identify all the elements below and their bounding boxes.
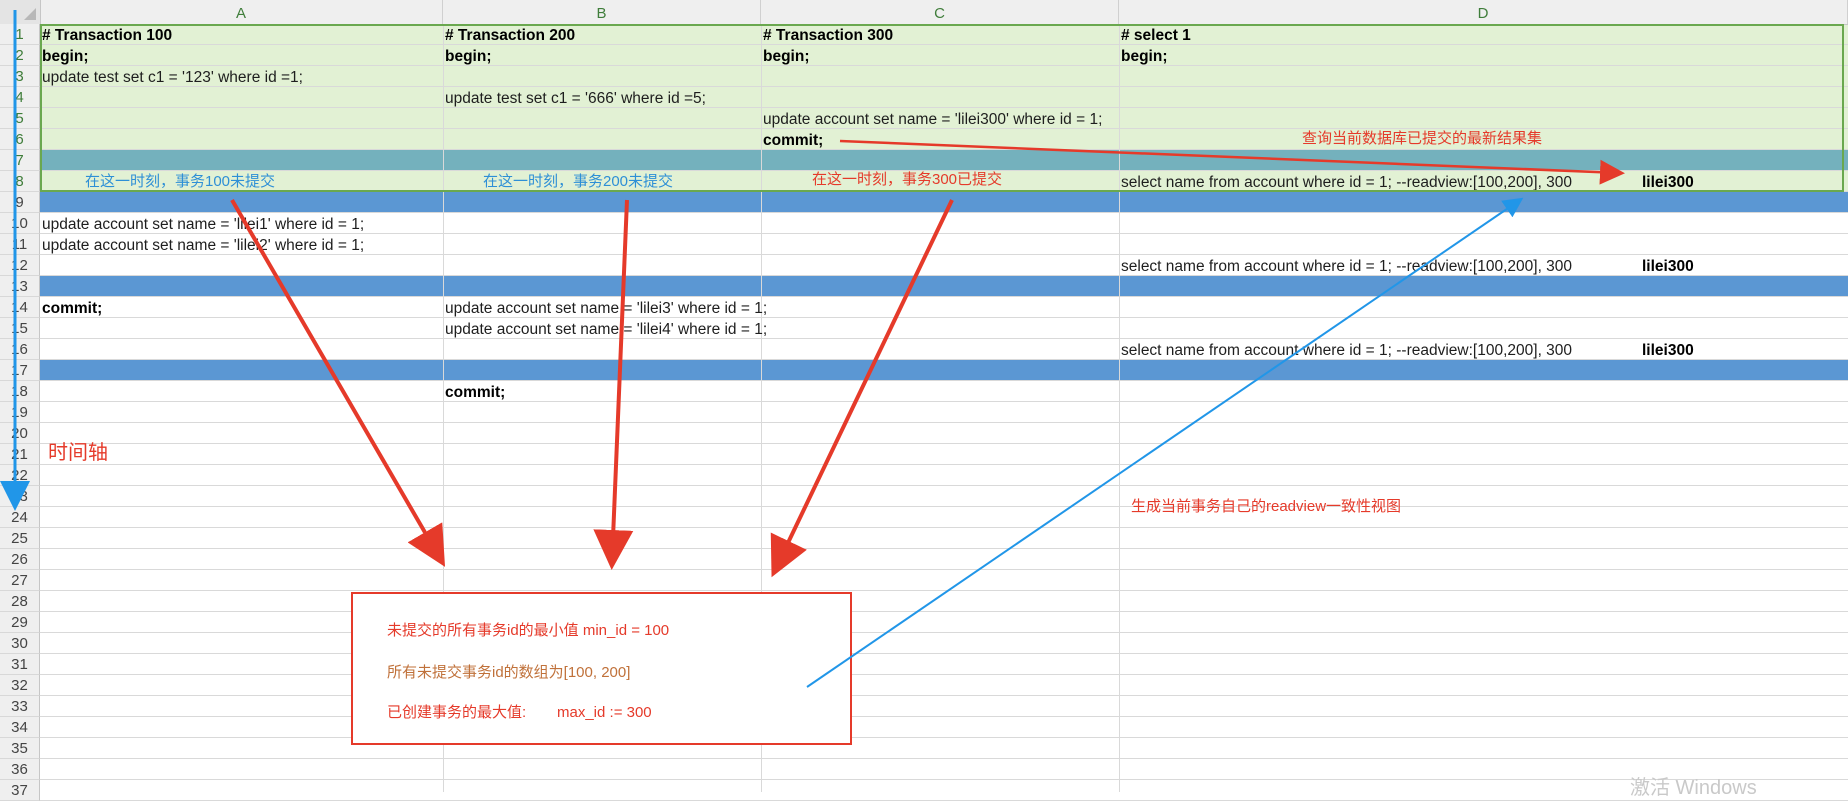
arrow-commit-to-result xyxy=(839,139,1625,185)
arrow-txn200-to-box xyxy=(593,199,634,570)
activate-windows-watermark: 激活 Windows xyxy=(1630,777,1757,799)
arrow-overlay xyxy=(0,10,1625,688)
arrow-txn300-to-box xyxy=(770,199,954,578)
arrow-box-to-readview xyxy=(806,197,1524,688)
arrow-txn100-to-box xyxy=(230,198,446,567)
spreadsheet: A B C D 1 2 3 4 5 6 7 8 9 10 11 12 13 14 15 16 17 18 19 20 2… xyxy=(0,0,1848,801)
